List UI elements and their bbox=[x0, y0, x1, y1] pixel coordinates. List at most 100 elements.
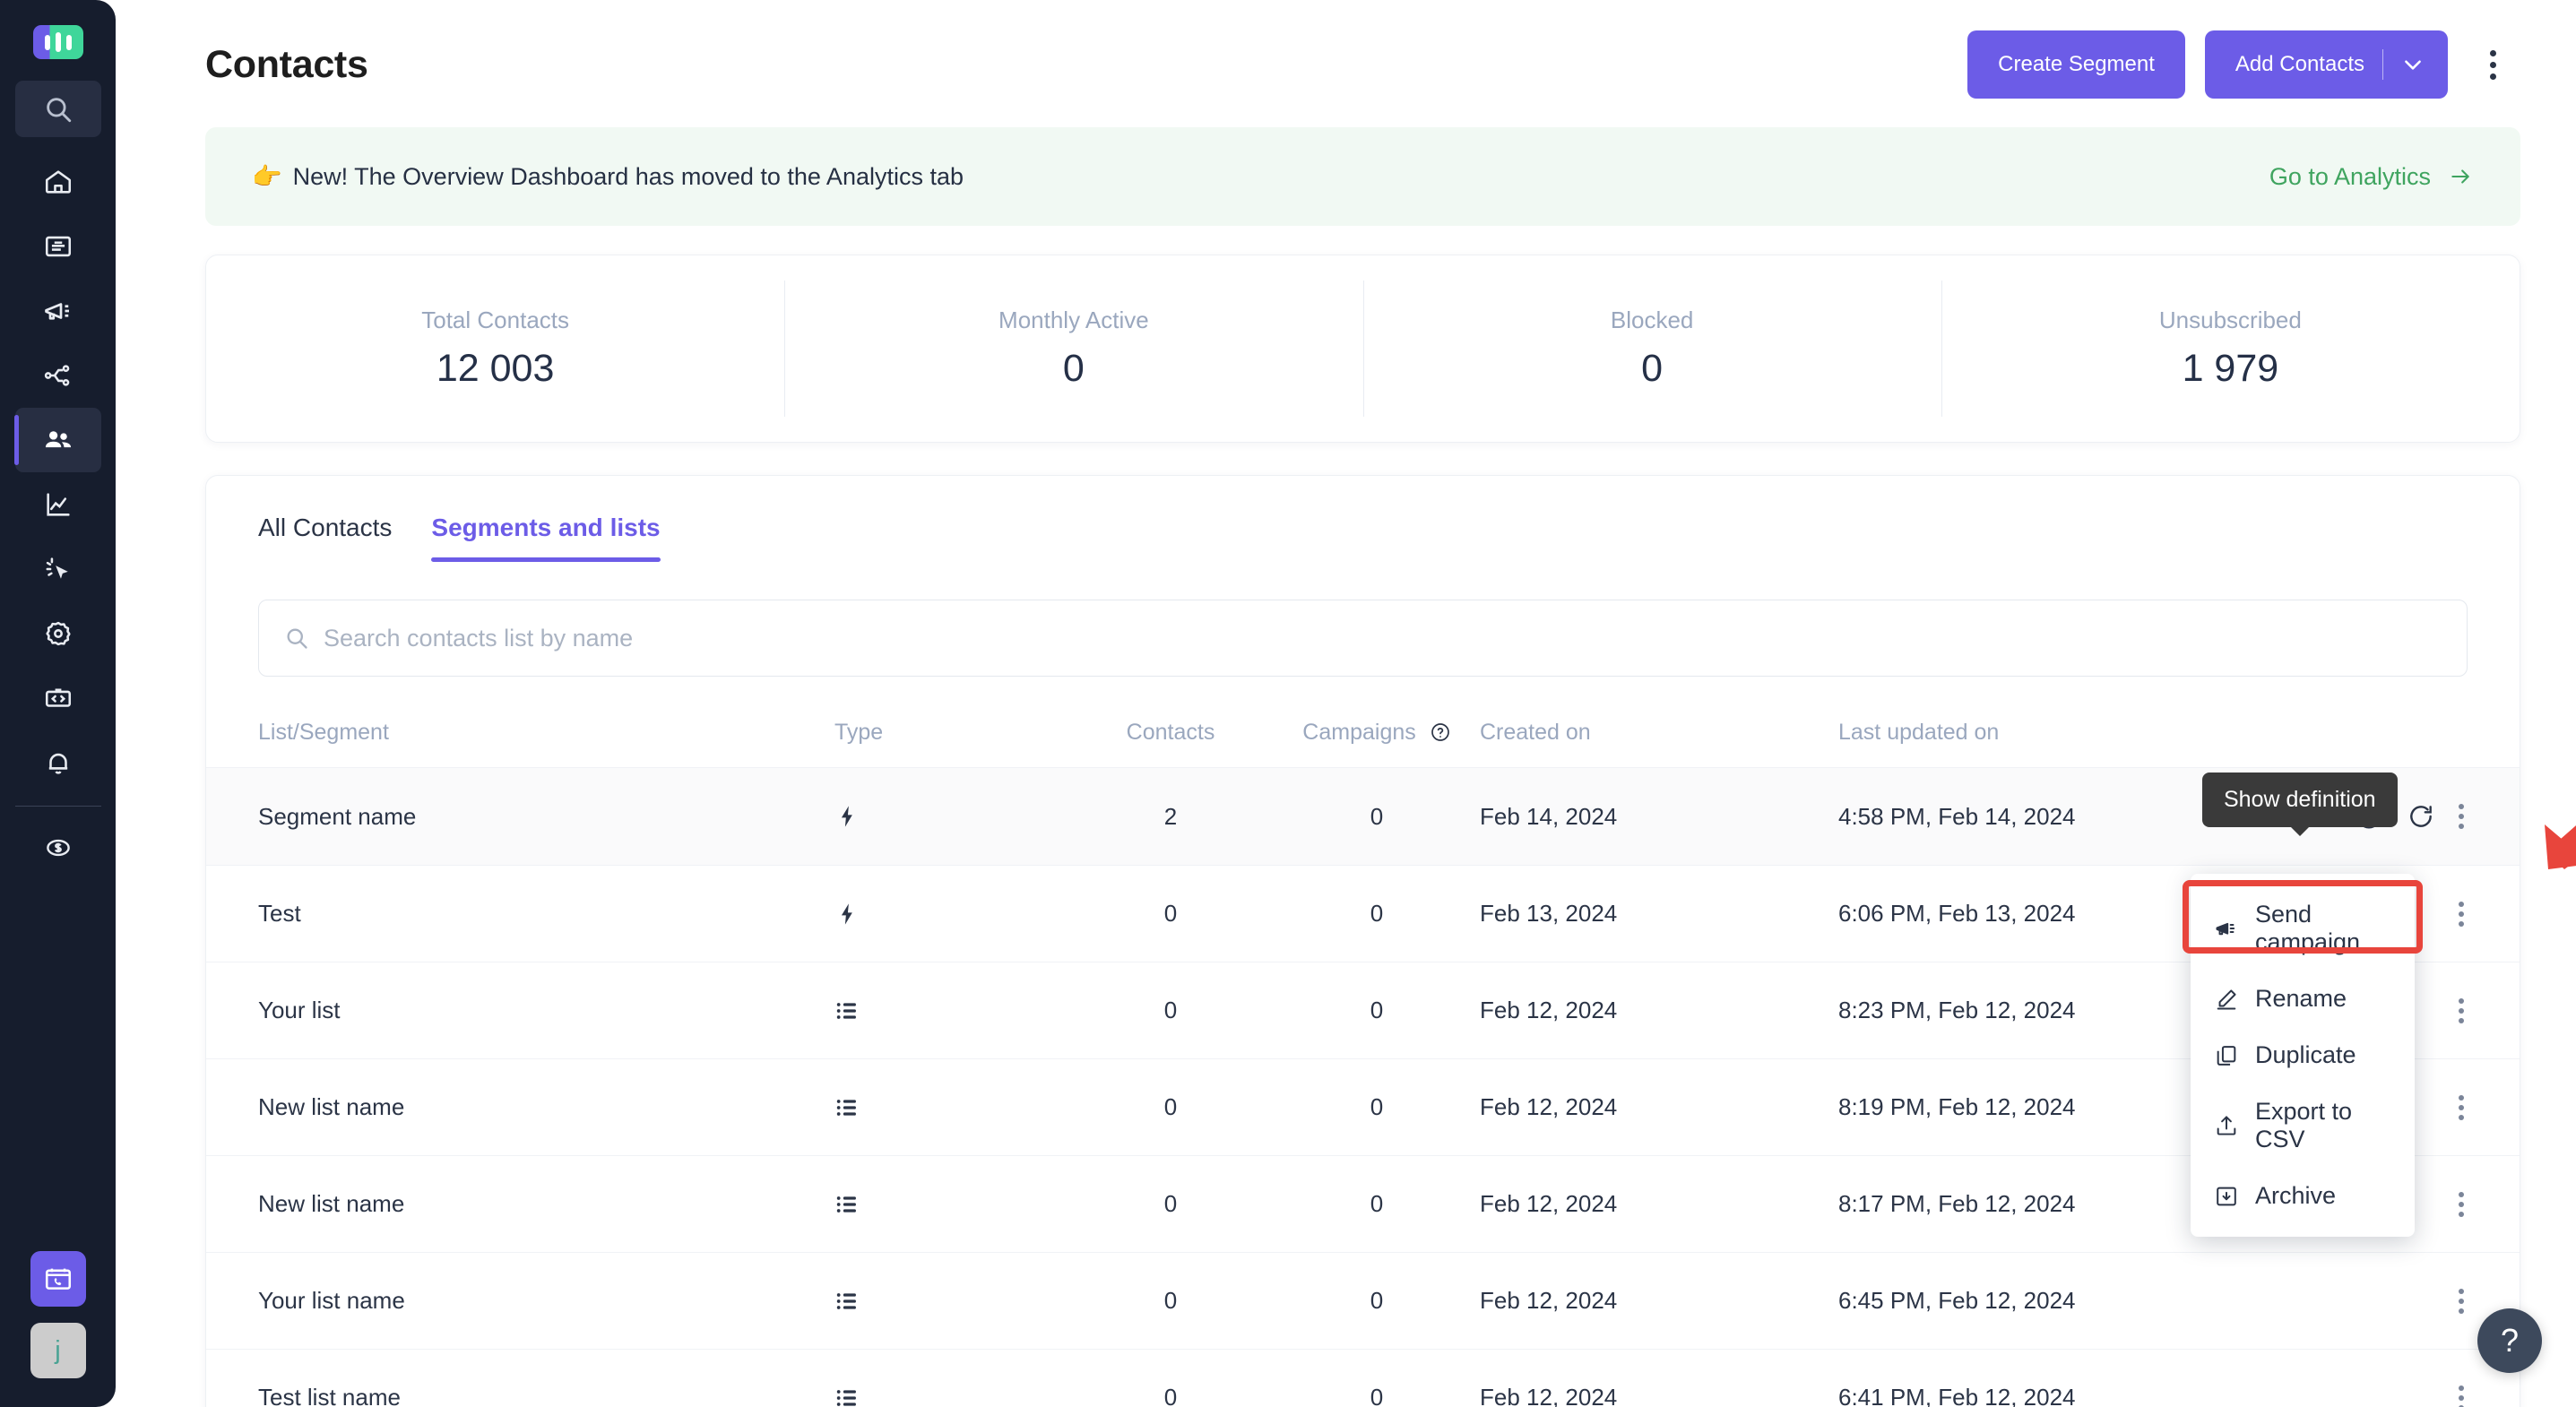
col-type[interactable]: Type bbox=[834, 704, 1068, 768]
menu-item-rename[interactable]: Rename bbox=[2191, 971, 2415, 1027]
header-kebab-menu-icon[interactable] bbox=[2468, 30, 2518, 99]
table-body: Segment name 2 0 Feb 14, 2024 4:58 PM, F… bbox=[206, 767, 2520, 1407]
menu-item-label: Archive bbox=[2255, 1182, 2337, 1209]
refresh-icon[interactable] bbox=[2407, 802, 2435, 831]
cell-type bbox=[834, 962, 1068, 1059]
row-kebab-menu-icon[interactable] bbox=[2459, 901, 2464, 927]
add-contacts-button[interactable]: Add Contacts bbox=[2204, 30, 2448, 99]
menu-item-label: Duplicate bbox=[2255, 1041, 2356, 1068]
book-a-call-button[interactable] bbox=[30, 1251, 86, 1307]
cell-campaigns: 0 bbox=[1274, 767, 1480, 866]
page-header: Contacts Create Segment Add Contacts bbox=[116, 0, 2576, 99]
col-contacts[interactable]: Contacts bbox=[1068, 704, 1274, 768]
sidebar-item-home[interactable] bbox=[15, 150, 101, 214]
cell-updated: 6:45 PM, Feb 12, 2024 bbox=[1838, 1252, 2260, 1350]
search-field[interactable] bbox=[258, 600, 2468, 677]
cell-name: Your list name bbox=[206, 1252, 834, 1350]
banner-text-wrap: 👉 New! The Overview Dashboard has moved … bbox=[252, 162, 964, 191]
stat-unsubscribed: Unsubscribed 1 979 bbox=[1941, 255, 2520, 442]
table-row[interactable]: Test 0 0 Feb 13, 2024 6:06 PM, Feb 13, 2… bbox=[206, 865, 2520, 962]
col-campaigns-label: Campaigns bbox=[1302, 720, 1416, 745]
table-row[interactable]: New list name 0 0 Feb 12, 2024 8:17 PM, … bbox=[206, 1155, 2520, 1253]
cell-contacts: 0 bbox=[1068, 1252, 1274, 1350]
go-to-analytics-label: Go to Analytics bbox=[2269, 162, 2431, 190]
sidebar-item-analytics[interactable] bbox=[15, 472, 101, 537]
go-to-analytics-link[interactable]: Go to Analytics bbox=[2269, 163, 2474, 191]
tab-all-contacts[interactable]: All Contacts bbox=[258, 514, 392, 562]
menu-item-archive[interactable]: Archive bbox=[2191, 1168, 2415, 1224]
sidebar-bottom: j bbox=[0, 1251, 116, 1378]
highlight-box-send-campaign bbox=[2183, 880, 2423, 954]
menu-item-label: Rename bbox=[2255, 985, 2347, 1012]
menu-item-label: Export to CSV bbox=[2255, 1098, 2353, 1152]
settings-icon bbox=[43, 618, 73, 649]
menu-item-duplicate[interactable]: Duplicate bbox=[2191, 1027, 2415, 1083]
tab-segments-and-lists[interactable]: Segments and lists bbox=[431, 514, 661, 562]
stat-value: 1 979 bbox=[2182, 347, 2279, 390]
events-icon bbox=[43, 554, 73, 584]
sidebar-item-settings[interactable] bbox=[15, 601, 101, 666]
row-kebab-menu-icon[interactable] bbox=[2459, 804, 2464, 829]
cell-name: New list name bbox=[206, 1058, 834, 1156]
sidebar-item-notifications[interactable] bbox=[15, 730, 101, 795]
menu-item-export-to-csv[interactable]: Export to CSV bbox=[2191, 1083, 2415, 1168]
col-campaigns[interactable]: Campaigns bbox=[1274, 704, 1480, 768]
sidebar-item-billing[interactable] bbox=[15, 816, 101, 880]
home-icon bbox=[43, 167, 73, 197]
cell-type bbox=[834, 767, 1068, 866]
create-segment-button[interactable]: Create Segment bbox=[1967, 30, 2185, 99]
row-kebab-menu-icon[interactable] bbox=[2459, 1191, 2464, 1217]
row-kebab-menu-icon[interactable] bbox=[2459, 1385, 2464, 1407]
table-row[interactable]: Your list name 0 0 Feb 12, 2024 6:45 PM,… bbox=[206, 1252, 2520, 1350]
stat-total-contacts: Total Contacts 12 003 bbox=[206, 255, 784, 442]
cell-created: Feb 12, 2024 bbox=[1480, 1252, 1838, 1350]
segments-list-card: All Contacts Segments and lists List/Seg… bbox=[205, 475, 2520, 1407]
sidebar: j bbox=[0, 0, 116, 1407]
sidebar-item-templates[interactable] bbox=[15, 214, 101, 279]
announcement-banner: 👉 New! The Overview Dashboard has moved … bbox=[205, 127, 2520, 226]
row-kebab-menu-icon[interactable] bbox=[2459, 997, 2464, 1023]
cell-actions bbox=[2260, 1349, 2520, 1407]
arrow-right-icon bbox=[2447, 165, 2474, 188]
button-divider bbox=[2382, 49, 2383, 80]
chevron-down-icon[interactable] bbox=[2401, 53, 2425, 76]
sidebar-divider bbox=[14, 806, 101, 807]
tooltip-show-definition: Show definition bbox=[2202, 773, 2398, 836]
developers-icon bbox=[43, 683, 73, 713]
cell-type bbox=[834, 1058, 1068, 1156]
col-last-updated-on[interactable]: Last updated on bbox=[1838, 704, 2260, 768]
stat-label: Unsubscribed bbox=[2158, 306, 2302, 333]
sidebar-search-button[interactable] bbox=[14, 81, 101, 137]
col-created-on[interactable]: Created on bbox=[1480, 704, 1838, 768]
sidebar-item-contacts[interactable] bbox=[13, 408, 101, 472]
table-row[interactable]: Segment name 2 0 Feb 14, 2024 4:58 PM, F… bbox=[206, 767, 2520, 866]
book-a-call-icon bbox=[43, 1264, 73, 1294]
sidebar-item-campaigns[interactable] bbox=[15, 279, 101, 343]
sidebar-item-developers[interactable] bbox=[15, 666, 101, 730]
app-logo[interactable] bbox=[32, 25, 83, 59]
cell-created: Feb 12, 2024 bbox=[1480, 1155, 1838, 1253]
table-row[interactable]: Your list 0 0 Feb 12, 2024 8:23 PM, Feb … bbox=[206, 962, 2520, 1059]
row-kebab-menu-icon[interactable] bbox=[2459, 1094, 2464, 1120]
list-icon bbox=[834, 998, 1068, 1023]
row-kebab-menu-icon[interactable] bbox=[2459, 1288, 2464, 1314]
help-button[interactable]: ? bbox=[2477, 1308, 2542, 1373]
question-circle-icon[interactable] bbox=[1430, 721, 1451, 743]
upload-icon bbox=[2214, 1113, 2239, 1138]
table-row[interactable]: Test list name 0 0 Feb 12, 2024 6:41 PM,… bbox=[206, 1349, 2520, 1407]
segments-table: List/Segment Type Contacts Campaigns Cre… bbox=[206, 704, 2520, 1407]
search-input[interactable] bbox=[324, 624, 2442, 652]
templates-icon bbox=[43, 231, 73, 262]
list-icon bbox=[834, 1192, 1068, 1217]
notifications-icon bbox=[43, 747, 73, 778]
cell-contacts: 2 bbox=[1068, 767, 1274, 866]
avatar[interactable]: j bbox=[30, 1323, 86, 1378]
table-row[interactable]: New list name 0 0 Feb 12, 2024 8:19 PM, … bbox=[206, 1058, 2520, 1156]
col-list-segment[interactable]: List/Segment bbox=[206, 704, 834, 768]
cell-name: Test list name bbox=[206, 1349, 834, 1407]
sidebar-item-automations[interactable] bbox=[15, 343, 101, 408]
stat-label: Monthly Active bbox=[998, 306, 1149, 333]
list-icon bbox=[834, 1289, 1068, 1314]
cell-type bbox=[834, 1349, 1068, 1407]
sidebar-item-events[interactable] bbox=[15, 537, 101, 601]
